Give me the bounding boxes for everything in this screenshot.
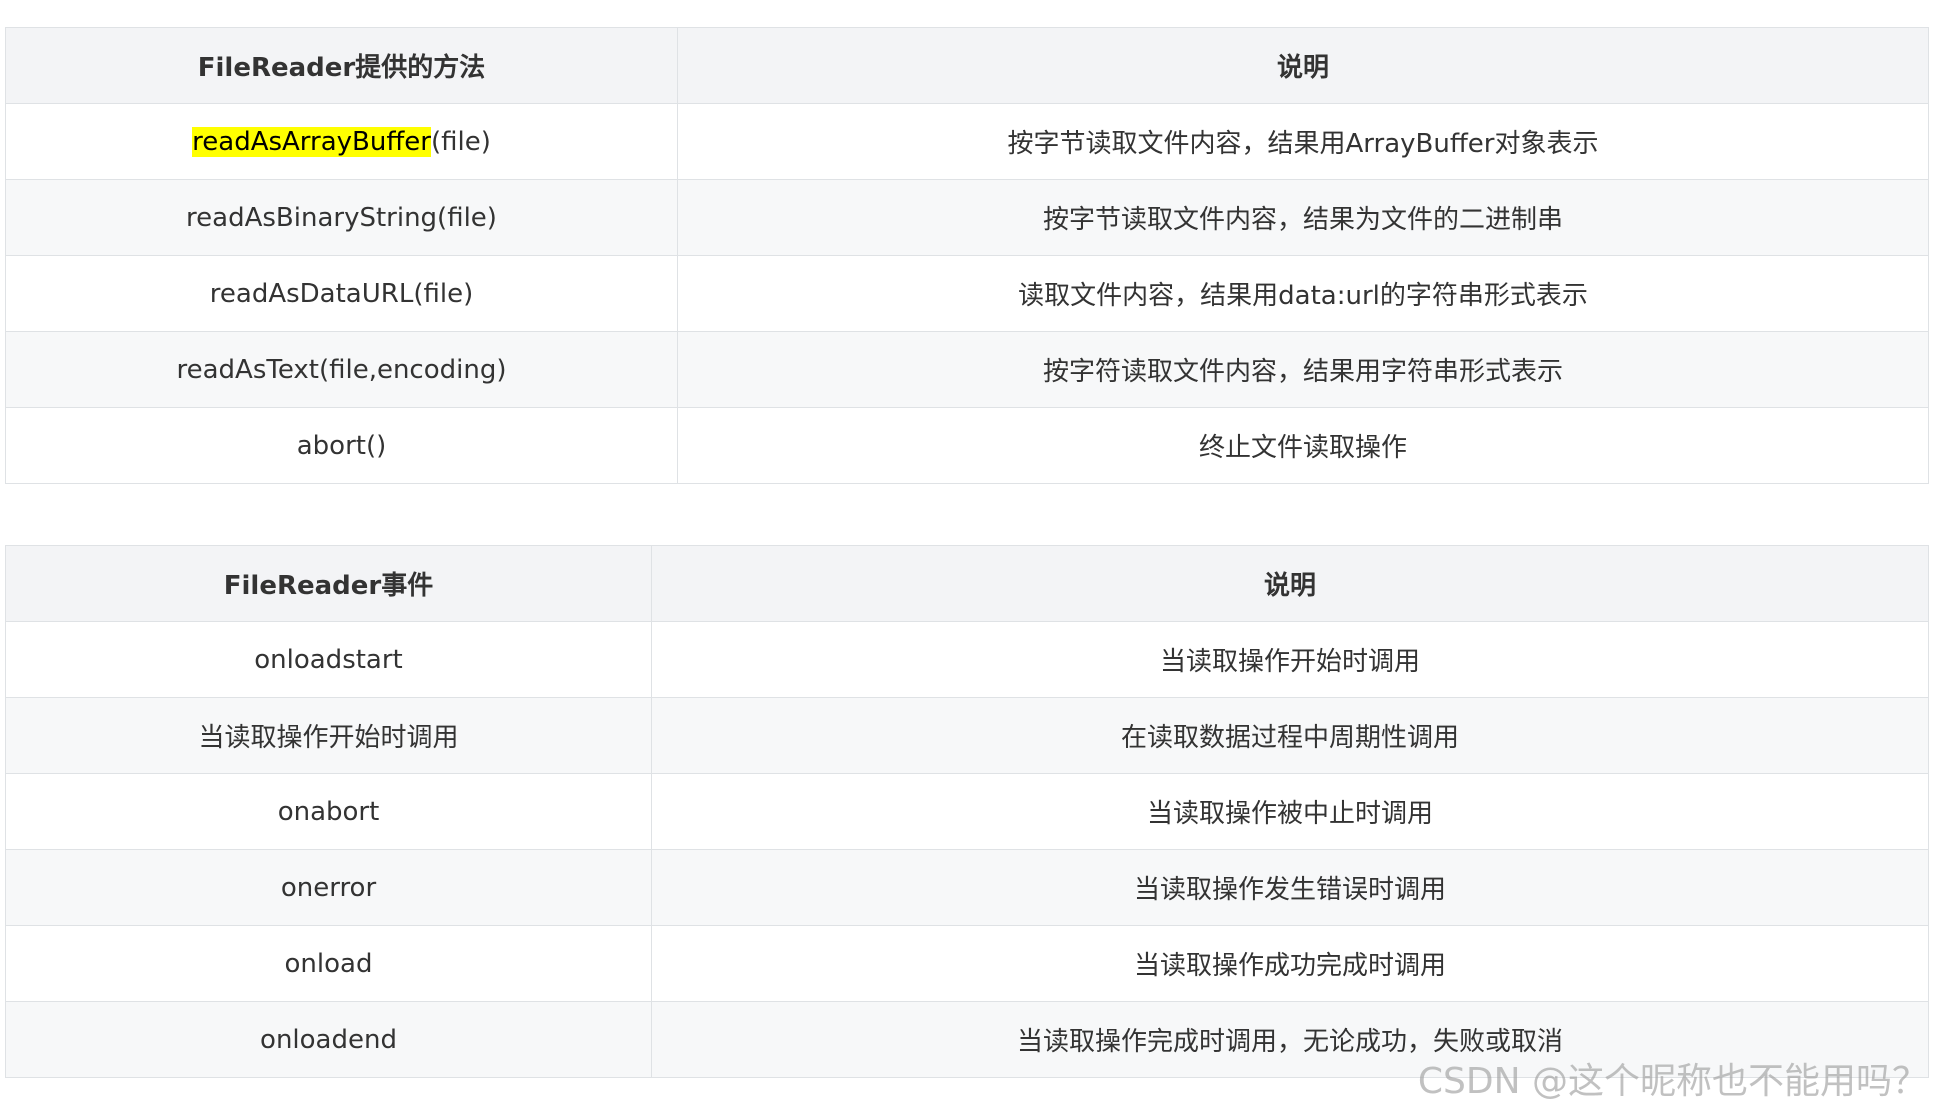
table-row: onloadend 当读取操作完成时调用，无论成功，失败或取消 <box>5 1001 1929 1078</box>
methods-table: FileReader提供的方法 说明 readAsArrayBuffer(fil… <box>5 27 1929 484</box>
column-header-description: 说明 <box>677 27 1929 104</box>
table-header-row: FileReader提供的方法 说明 <box>5 27 1929 104</box>
table-row: readAsText(file,encoding) 按字符读取文件内容，结果用字… <box>5 331 1929 408</box>
table-row: onloadstart 当读取操作开始时调用 <box>5 621 1929 698</box>
event-cell: 当读取操作开始时调用 <box>5 697 652 774</box>
table-row: readAsArrayBuffer(file) 按字节读取文件内容，结果用Arr… <box>5 103 1929 180</box>
column-header-description: 说明 <box>651 545 1929 622</box>
description-cell: 当读取操作成功完成时调用 <box>651 925 1929 1002</box>
description-cell: 当读取操作发生错误时调用 <box>651 849 1929 926</box>
description-cell: 终止文件读取操作 <box>677 407 1929 484</box>
table-row: onabort 当读取操作被中止时调用 <box>5 773 1929 850</box>
method-cell: abort() <box>5 407 678 484</box>
event-cell: onloadend <box>5 1001 652 1078</box>
description-cell: 按字节读取文件内容，结果用ArrayBuffer对象表示 <box>677 103 1929 180</box>
table-row: 当读取操作开始时调用 在读取数据过程中周期性调用 <box>5 697 1929 774</box>
method-cell: readAsDataURL(file) <box>5 255 678 332</box>
event-cell: onloadstart <box>5 621 652 698</box>
method-cell: readAsText(file,encoding) <box>5 331 678 408</box>
method-args: (file) <box>430 126 491 157</box>
event-cell: onload <box>5 925 652 1002</box>
description-cell: 在读取数据过程中周期性调用 <box>651 697 1929 774</box>
highlighted-text: readAsArrayBuffer <box>192 126 431 157</box>
column-header-event: FileReader事件 <box>5 545 652 622</box>
table-row: readAsBinaryString(file) 按字节读取文件内容，结果为文件… <box>5 179 1929 256</box>
table-row: onerror 当读取操作发生错误时调用 <box>5 849 1929 926</box>
method-cell: readAsBinaryString(file) <box>5 179 678 256</box>
events-table: FileReader事件 说明 onloadstart 当读取操作开始时调用 当… <box>5 545 1929 1078</box>
table-header-row: FileReader事件 说明 <box>5 545 1929 622</box>
method-cell: readAsArrayBuffer(file) <box>5 103 678 180</box>
table-row: readAsDataURL(file) 读取文件内容，结果用data:url的字… <box>5 255 1929 332</box>
description-cell: 按字节读取文件内容，结果为文件的二进制串 <box>677 179 1929 256</box>
description-cell: 按字符读取文件内容，结果用字符串形式表示 <box>677 331 1929 408</box>
description-cell: 当读取操作完成时调用，无论成功，失败或取消 <box>651 1001 1929 1078</box>
event-cell: onerror <box>5 849 652 926</box>
event-cell: onabort <box>5 773 652 850</box>
table-row: abort() 终止文件读取操作 <box>5 407 1929 484</box>
description-cell: 当读取操作开始时调用 <box>651 621 1929 698</box>
table-row: onload 当读取操作成功完成时调用 <box>5 925 1929 1002</box>
column-header-method: FileReader提供的方法 <box>5 27 678 104</box>
description-cell: 当读取操作被中止时调用 <box>651 773 1929 850</box>
description-cell: 读取文件内容，结果用data:url的字符串形式表示 <box>677 255 1929 332</box>
